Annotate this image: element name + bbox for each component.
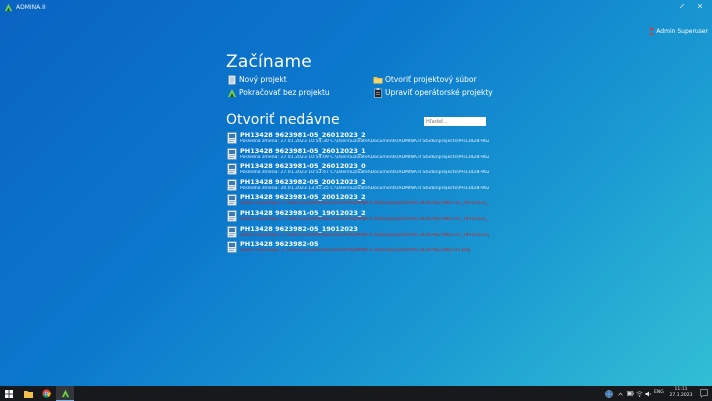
recent-heading: Otvoriť nedávne [226, 112, 340, 128]
taskbar-admina[interactable] [56, 386, 74, 401]
open-project-file-button[interactable]: Otvoriť projektový súbor [373, 74, 477, 85]
battery-icon [626, 391, 634, 396]
tray-network-globe[interactable] [604, 386, 614, 401]
recent-search-input[interactable] [424, 117, 486, 126]
globe-icon [605, 389, 613, 398]
folder-icon [373, 76, 383, 83]
recent-project-item[interactable]: PH13428 9623981-05_26012023_1 Posledná zm… [227, 147, 489, 163]
recent-project-name: PH13428 9623982-05 [240, 240, 319, 249]
app-title: ADMINA.II [16, 4, 46, 11]
recent-projects-list: PH13428 9623981-05_26012023_2 Posledná zm… [227, 131, 489, 257]
recent-project-name: PH13428 9623982-05_20012023_2 [240, 177, 366, 186]
edit-operator-projects-button[interactable]: Upraviť operátorské projekty [373, 87, 493, 98]
recent-project-path: Posledná zmena: 27.01.2023 10:54:09 C:\U… [240, 154, 489, 160]
user-icon [649, 27, 654, 35]
recent-project-name: PH13428 9623981-05_26012023_2 [240, 131, 366, 139]
notification-icon[interactable] [700, 389, 708, 398]
project-file-icon [227, 163, 237, 175]
new-project-button[interactable]: Nový projekt [227, 74, 287, 85]
start-button[interactable] [0, 386, 18, 401]
chrome-icon [41, 389, 51, 398]
clipboard-icon [374, 87, 382, 98]
recent-project-path: Súbor neexistuje: C:\Users\uzivatel\Docu… [240, 248, 471, 254]
project-file-icon [227, 179, 237, 191]
tray-battery[interactable] [626, 386, 634, 401]
continue-without-project-button[interactable]: Pokračovať bez projektu [227, 87, 330, 98]
minimize-icon [679, 3, 685, 9]
recent-project-item[interactable]: PH13428 9623982-05 Súbor neexistuje: C:\U… [227, 240, 489, 256]
speaker-icon [645, 391, 651, 396]
project-file-icon [227, 147, 237, 160]
recent-project-item[interactable]: PH13428 9623981-05_19012023_2 Súbor neexi… [227, 209, 489, 225]
continue-without-project-label: Pokračovať bez projektu [239, 88, 330, 97]
taskbar-chrome[interactable] [37, 386, 55, 401]
recent-project-path: Posledná zmena: 27.01.2023 10:53:47 C:\U… [240, 170, 489, 176]
new-project-icon [228, 74, 236, 85]
input-language[interactable]: ENG [654, 390, 664, 395]
project-file-icon [227, 194, 237, 207]
recent-project-item[interactable]: PH13428 9623981-05_20012023_2 Súbor neexi… [227, 193, 489, 209]
windows-logo-icon [5, 389, 13, 398]
recent-project-path: Posledná zmena: 27.01.2023 10:54:30 C:\U… [240, 139, 489, 144]
user-name: Admin Superuser [656, 27, 708, 35]
new-project-label: Nový projekt [239, 75, 287, 84]
project-file-icon [227, 241, 237, 253]
app-logo-icon [61, 389, 69, 397]
continue-icon [228, 88, 236, 97]
recent-project-path: Súbor neexistuje: C:\Users\uzivatel\Docu… [240, 201, 489, 207]
edit-operator-projects-label: Upraviť operátorské projekty [385, 88, 493, 97]
project-file-icon [227, 225, 237, 238]
close-icon [697, 3, 703, 9]
taskbar-clock[interactable]: 11:11 27.1.2023 [666, 387, 696, 399]
recent-project-item[interactable]: PH13428 9623981-05_26012023_2 Posledná zm… [227, 131, 489, 147]
recent-project-path: Súbor neexistuje: C:\Users\uzivatel\Docu… [240, 232, 489, 238]
chevron-up-icon [617, 392, 623, 396]
taskbar: ENG 11:11 27.1.2023 [0, 386, 712, 401]
recent-project-name: PH13428 9623982-05_19012023 [240, 224, 358, 233]
taskbar-file-explorer[interactable] [19, 386, 37, 401]
minimize-button[interactable] [676, 2, 688, 13]
recent-project-path: Posledná zmena: 20.01.2023 13:41:25 C:\U… [240, 185, 489, 191]
recent-project-item[interactable]: PH13428 9623981-05_26012023_0 Posledná zm… [227, 162, 489, 178]
project-file-icon [227, 132, 237, 144]
current-user[interactable]: Admin Superuser [649, 26, 708, 36]
close-button[interactable] [694, 2, 706, 13]
title-bar: ADMINA.II [0, 0, 712, 16]
wifi-icon [635, 391, 643, 397]
folder-icon [23, 390, 33, 398]
project-file-icon [227, 210, 237, 222]
open-project-file-label: Otvoriť projektový súbor [385, 75, 477, 84]
tray-show-hidden[interactable] [616, 386, 624, 401]
recent-project-path: Súbor neexistuje: C:\Users\uzivatel\Docu… [240, 216, 489, 222]
recent-project-name: PH13428 9623981-05_19012023_2 [240, 208, 366, 217]
recent-project-item[interactable]: PH13428 9623982-05_20012023_2 Posledná zm… [227, 178, 489, 194]
recent-project-name: PH13428 9623981-05_26012023_0 [240, 162, 366, 171]
recent-project-name: PH13428 9623981-05_26012023_1 [240, 146, 366, 155]
tray-volume[interactable] [644, 386, 652, 401]
recent-project-name: PH13428 9623981-05_20012023_2 [240, 193, 366, 202]
recent-project-item[interactable]: PH13428 9623982-05_19012023 Súbor neexist… [227, 225, 489, 241]
tray-wifi[interactable] [635, 386, 643, 401]
clock-date: 27.1.2023 [669, 393, 693, 398]
start-heading: Začíname [226, 52, 312, 72]
app-logo-icon [4, 3, 13, 12]
